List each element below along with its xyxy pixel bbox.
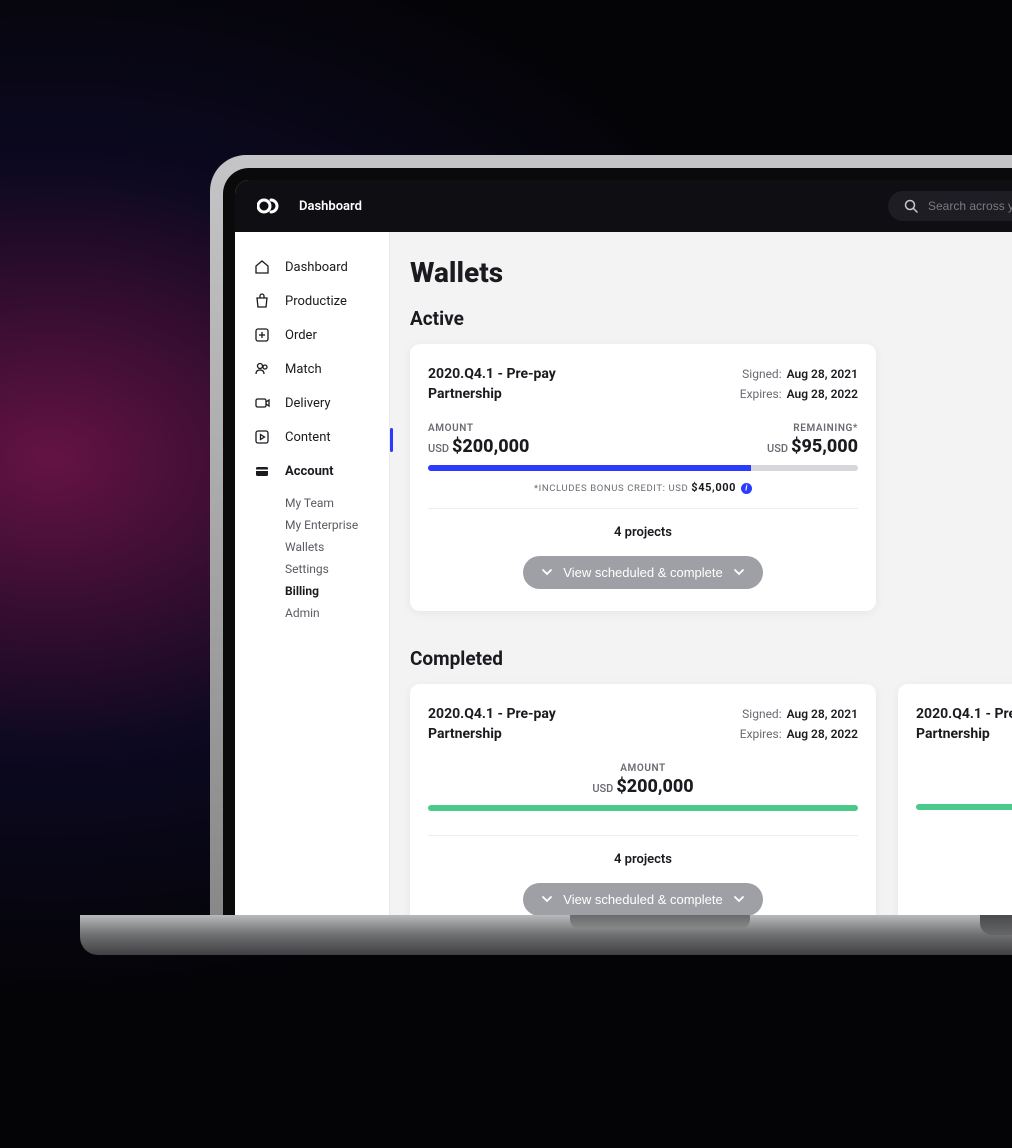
subitem-wallets[interactable]: Wallets <box>285 536 389 558</box>
signed-value: Aug 28, 2021 <box>787 707 858 721</box>
subitem-billing[interactable]: Billing <box>285 580 389 602</box>
laptop-base <box>80 915 1012 955</box>
expires-label: Expires: <box>740 387 782 401</box>
view-scheduled-button[interactable]: View scheduled & complete <box>523 883 762 916</box>
wallet-title: 2020.Q4.1 - Pre-pay <box>428 364 556 384</box>
sidebar-item-account[interactable]: Account <box>235 454 389 488</box>
sidebar-item-label: Dashboard <box>285 260 348 275</box>
bonus-amount: $45,000 <box>691 481 736 494</box>
projects-count: 4 projects <box>428 525 858 540</box>
remaining-label: REMAINING* <box>767 423 858 434</box>
search-input[interactable] <box>928 199 1012 213</box>
sidebar: Dashboard Productize Order <box>235 232 390 920</box>
divider <box>428 835 858 836</box>
expand-label: View scheduled & complete <box>563 892 722 907</box>
bonus-note: *INCLUDES BONUS CREDIT: USD $45,000 <box>428 481 858 494</box>
home-icon <box>253 258 271 276</box>
view-scheduled-button[interactable]: View scheduled & complete <box>523 556 762 589</box>
play-box-icon <box>253 428 271 446</box>
progress-bar <box>916 804 1012 810</box>
search-box[interactable] <box>888 191 1012 221</box>
chevron-down-icon <box>541 566 553 578</box>
expires-value: Aug 28, 2022 <box>787 727 858 741</box>
completed-section-title: Completed <box>410 647 1012 670</box>
plus-box-icon <box>253 326 271 344</box>
wallet-subtitle: Partnership <box>428 724 556 744</box>
subitem-admin[interactable]: Admin <box>285 602 389 624</box>
brand-text: Dashboard <box>299 199 362 214</box>
sidebar-item-content[interactable]: Content <box>235 420 389 454</box>
subitem-my-enterprise[interactable]: My Enterprise <box>285 514 389 536</box>
wallet-title: 2020.Q4.1 - Pre-pay <box>428 704 556 724</box>
progress-fill <box>916 804 1012 810</box>
camera-icon <box>253 394 271 412</box>
sidebar-item-label: Account <box>285 464 334 479</box>
progress-fill <box>428 465 751 471</box>
sidebar-item-order[interactable]: Order <box>235 318 389 352</box>
chevron-down-icon <box>733 566 745 578</box>
bag-icon <box>253 292 271 310</box>
sidebar-item-label: Delivery <box>285 396 331 411</box>
chevron-down-icon <box>541 893 553 905</box>
sidebar-item-label: Content <box>285 430 331 445</box>
remaining-currency: USD <box>767 442 788 455</box>
page-title: Wallets <box>410 256 1012 289</box>
expires-label: Expires: <box>740 727 782 741</box>
progress-bar <box>428 805 858 811</box>
expires-value: Aug 28, 2022 <box>787 387 858 401</box>
projects-count: 4 projects <box>428 852 858 867</box>
subitem-settings[interactable]: Settings <box>285 558 389 580</box>
sidebar-item-label: Order <box>285 328 317 343</box>
signed-value: Aug 28, 2021 <box>787 367 858 381</box>
amount-value: $200,000 <box>452 436 529 457</box>
chevron-down-icon <box>733 893 745 905</box>
search-icon <box>904 199 918 213</box>
divider <box>428 508 858 509</box>
completed-wallet-card-peek: 2020.Q4.1 - Pre Partnership <box>898 684 1012 920</box>
expand-label: View scheduled & complete <box>563 565 722 580</box>
remaining-value: $95,000 <box>791 436 858 457</box>
active-wallet-card: 2020.Q4.1 - Pre-pay Partnership Signed: A… <box>410 344 876 611</box>
sidebar-item-label: Productize <box>285 294 347 309</box>
signed-label: Signed: <box>742 367 781 381</box>
sidebar-item-label: Match <box>285 362 322 377</box>
sidebar-item-delivery[interactable]: Delivery <box>235 386 389 420</box>
users-icon <box>253 360 271 378</box>
amount-currency: USD <box>592 782 613 795</box>
amount-value: $200,000 <box>616 776 693 797</box>
sidebar-item-productize[interactable]: Productize <box>235 284 389 318</box>
card-icon <box>253 462 271 480</box>
wallet-subtitle: Partnership <box>428 384 556 404</box>
completed-wallet-card: 2020.Q4.1 - Pre-pay Partnership Signed: A… <box>410 684 876 920</box>
signed-label: Signed: <box>742 707 781 721</box>
active-section-title: Active <box>410 307 1012 330</box>
active-indicator <box>390 428 393 452</box>
progress-fill <box>428 805 858 811</box>
topbar: Dashboard <box>235 180 1012 232</box>
info-icon[interactable] <box>741 483 752 494</box>
wallet-title: 2020.Q4.1 - Pre <box>916 704 1012 724</box>
logo[interactable]: Dashboard <box>257 192 362 220</box>
subitem-my-team[interactable]: My Team <box>285 492 389 514</box>
amount-label: AMOUNT <box>428 423 529 434</box>
logo-icon <box>257 192 285 220</box>
main-content: Wallets Active 2020.Q4.1 - Pre-pay Partn… <box>390 232 1012 920</box>
progress-bar <box>428 465 858 471</box>
sidebar-item-match[interactable]: Match <box>235 352 389 386</box>
wallet-subtitle: Partnership <box>916 724 1012 744</box>
amount-currency: USD <box>428 442 449 455</box>
sidebar-item-dashboard[interactable]: Dashboard <box>235 250 389 284</box>
amount-label: AMOUNT <box>428 763 858 774</box>
